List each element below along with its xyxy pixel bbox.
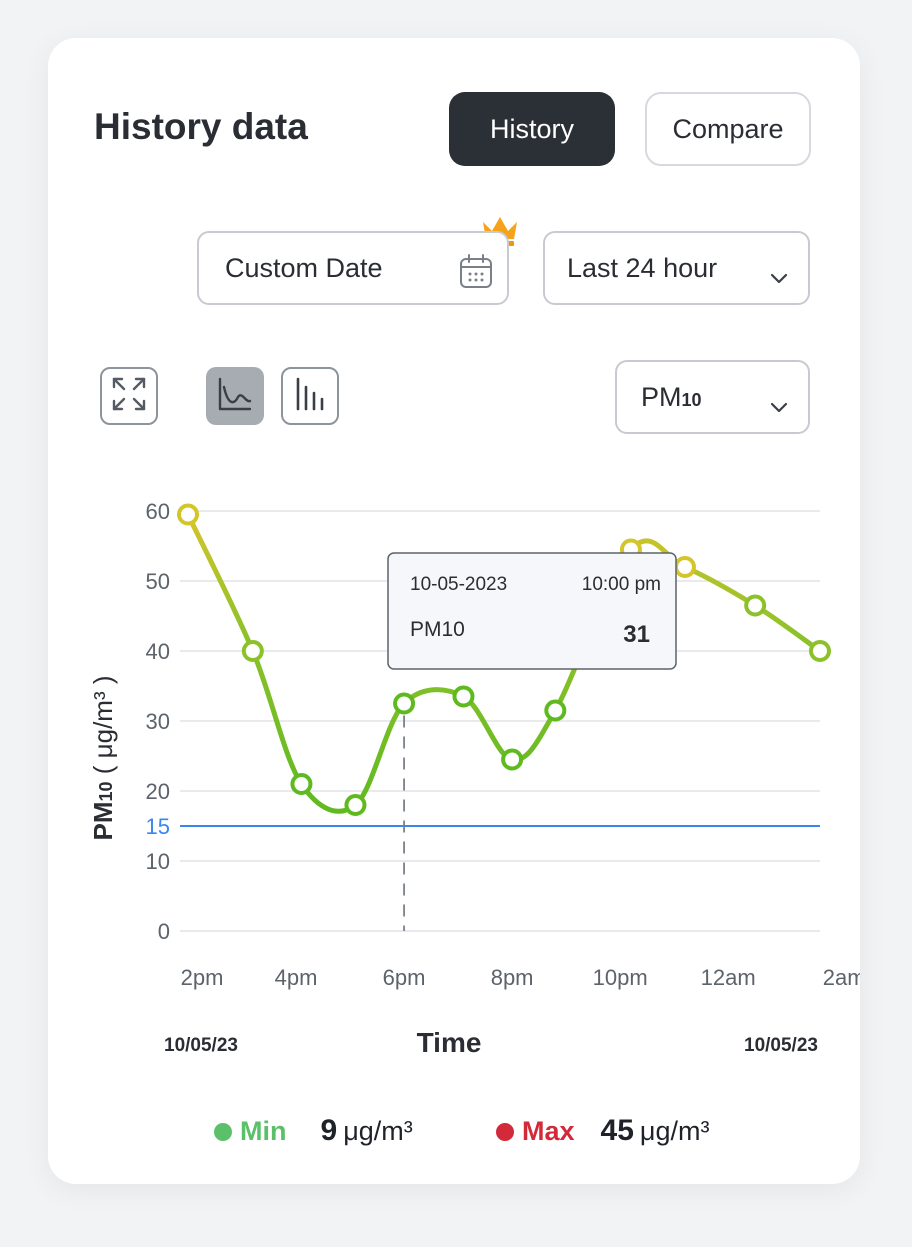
- legend-min: Min 9 μg/m³: [214, 1114, 413, 1148]
- start-date-label: 10/05/23: [164, 1035, 238, 1056]
- tooltip-date: 10-05-2023: [410, 574, 507, 595]
- y-tick-label: 40: [146, 639, 170, 664]
- x-tick-label: 8pm: [491, 965, 534, 990]
- x-tick-label: 6pm: [383, 965, 426, 990]
- data-point[interactable]: [393, 692, 416, 715]
- tooltip-time: 10:00 pm: [582, 574, 661, 595]
- pm10-history-chart[interactable]: 0 10 20 30 40 50 60 2pm 4pm 6pm 8pm 10pm 12am 2am PM…: [48, 38, 860, 1184]
- x-tick-label: 2am: [823, 965, 860, 990]
- max-unit: μg/m³: [639, 1116, 710, 1146]
- min-dot-icon: [214, 1123, 232, 1141]
- end-date-label: 10/05/23: [744, 1035, 818, 1056]
- data-point[interactable]: [452, 685, 475, 708]
- min-value: 9: [320, 1114, 338, 1147]
- data-point[interactable]: [344, 794, 367, 816]
- x-tick-label: 2pm: [181, 965, 224, 990]
- data-point[interactable]: [544, 699, 567, 722]
- history-card: History data History Compare Custom Date…: [48, 38, 860, 1184]
- data-point[interactable]: [809, 640, 831, 662]
- x-tick-label: 12am: [701, 965, 756, 990]
- x-axis-label: Time: [417, 1027, 482, 1058]
- data-point[interactable]: [290, 773, 313, 795]
- max-dot-icon: [496, 1123, 514, 1141]
- data-point[interactable]: [744, 594, 767, 617]
- y-tick-label: 20: [146, 779, 170, 804]
- max-label: Max: [522, 1116, 575, 1146]
- y-axis-label: PM10 ( μg/m³ ): [88, 676, 118, 841]
- min-label: Min: [240, 1116, 287, 1146]
- max-value: 45: [600, 1114, 634, 1147]
- y-tick-label: 0: [158, 919, 170, 944]
- threshold-label: 15: [146, 814, 170, 839]
- data-point[interactable]: [241, 640, 264, 662]
- tooltip: 10-05-2023 10:00 pm PM10 31: [387, 552, 677, 670]
- data-point[interactable]: [177, 503, 199, 526]
- y-tick-label: 10: [146, 849, 170, 874]
- x-tick-label: 10pm: [593, 965, 648, 990]
- legend-max: Max 45 μg/m³: [496, 1114, 709, 1148]
- data-point[interactable]: [673, 556, 696, 578]
- y-tick-label: 30: [146, 709, 170, 734]
- data-point[interactable]: [501, 748, 524, 771]
- tooltip-value: 31: [623, 621, 650, 648]
- y-tick-label: 60: [146, 499, 170, 524]
- min-unit: μg/m³: [343, 1116, 413, 1146]
- x-tick-label: 4pm: [275, 965, 318, 990]
- y-tick-label: 50: [146, 569, 170, 594]
- tooltip-label: PM10: [410, 618, 465, 641]
